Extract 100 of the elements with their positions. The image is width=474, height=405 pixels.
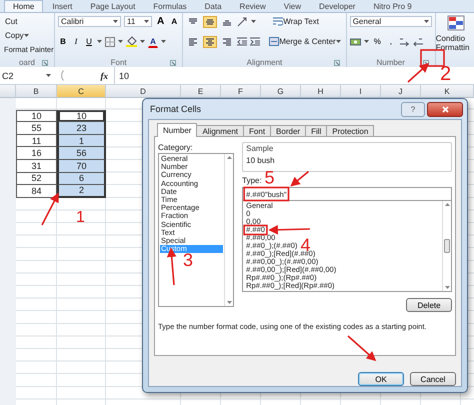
dialog-title: Format Cells <box>150 104 202 114</box>
column-header[interactable]: I <box>341 85 381 98</box>
group-label: Font <box>110 58 127 66</box>
column-header[interactable]: D <box>106 85 181 98</box>
currency-icon[interactable] <box>350 36 361 46</box>
merge-cells-icon <box>269 37 280 46</box>
align-lines-icon <box>205 16 216 26</box>
scroll-down-icon[interactable] <box>444 286 450 289</box>
column-header[interactable]: E <box>181 85 221 98</box>
increase-indent-icon[interactable] <box>250 37 260 46</box>
column-header[interactable]: K <box>421 85 474 98</box>
column-header[interactable]: G <box>261 85 301 98</box>
bold-button[interactable]: B <box>58 36 68 48</box>
text-orientation-icon[interactable] <box>237 16 248 26</box>
table-cell: 70 <box>57 160 106 173</box>
dialog-launcher-icon[interactable] <box>334 60 340 66</box>
scroll-up-icon[interactable] <box>444 203 450 206</box>
dialog-launcher-icon[interactable] <box>42 60 48 66</box>
borders-icon[interactable] <box>105 36 115 46</box>
step-number: 1 <box>76 209 85 226</box>
cancel-button[interactable]: Cancel <box>410 372 456 386</box>
number-format-field[interactable]: General <box>350 16 432 27</box>
dialog-tab[interactable]: Number <box>157 123 198 137</box>
merge-center-button[interactable]: Merge & Center <box>267 36 343 48</box>
conditional-formatting-icon[interactable] <box>446 15 465 31</box>
annotation-arrow <box>347 335 376 362</box>
wrap-text-button[interactable]: Wrap Text <box>271 16 321 28</box>
annotation-arrow <box>41 192 59 226</box>
dialog-tab[interactable]: Fill <box>305 125 328 136</box>
caret-icon <box>46 74 51 77</box>
italic-button[interactable]: I <box>71 36 81 48</box>
dialog-tab[interactable]: Protection <box>326 125 374 136</box>
grow-font-button[interactable]: A <box>155 16 166 28</box>
align-lines-icon <box>222 36 232 46</box>
group-label: oard <box>18 58 35 66</box>
font-color-button[interactable]: A <box>148 36 158 48</box>
category-label: Category: <box>158 143 194 152</box>
highlight-box <box>420 49 445 67</box>
dialog-launcher-icon[interactable] <box>170 60 176 66</box>
dialog-tab[interactable]: Font <box>243 125 272 136</box>
decrease-decimal-icon[interactable] <box>412 36 424 46</box>
align-center-button[interactable] <box>203 36 218 48</box>
align-lines-icon <box>205 36 216 46</box>
comma-style-button[interactable]: , <box>386 36 396 48</box>
step-number: 5 <box>264 168 275 188</box>
scroll-thumb-icon[interactable] <box>444 239 450 253</box>
caret-icon <box>161 40 166 43</box>
table-cell: 23 <box>57 122 106 135</box>
ribbon-tab[interactable]: Nitro Pro 9 <box>364 0 421 12</box>
caret-icon <box>364 40 369 43</box>
caret-icon <box>424 20 429 23</box>
table-cell: 1 <box>57 134 106 148</box>
underline-button[interactable]: U <box>84 36 94 48</box>
ribbon-tab[interactable]: Formulas <box>144 0 196 12</box>
copy-button[interactable]: Copy <box>3 29 51 41</box>
column-header[interactable]: C <box>57 85 106 98</box>
dialog-tab[interactable]: Border <box>270 125 306 136</box>
decrease-indent-icon[interactable] <box>237 37 248 46</box>
ribbon-tab[interactable]: Home <box>4 0 44 12</box>
dialog-tab[interactable]: Alignment <box>196 125 244 136</box>
cut-button[interactable]: Cut <box>3 15 51 27</box>
column-header[interactable]: H <box>301 85 341 98</box>
group-label: Number <box>376 58 405 66</box>
close-button[interactable] <box>427 102 463 116</box>
highlight-box <box>243 186 290 202</box>
ribbon-tab[interactable]: Data <box>196 0 231 12</box>
percent-button[interactable]: % <box>372 36 383 48</box>
table-cell: 6 <box>57 172 106 186</box>
sample-label: Sample <box>246 144 274 153</box>
column-header[interactable]: J <box>381 85 421 98</box>
caret-icon <box>24 34 29 36</box>
scroll-up-icon[interactable] <box>226 156 232 159</box>
group-label: Alignment <box>246 58 282 66</box>
shrink-font-button[interactable]: A <box>169 16 180 28</box>
caret-icon <box>118 40 123 43</box>
scroll-down-icon[interactable] <box>226 301 232 304</box>
table-cell: 11 <box>16 134 57 148</box>
font-name-field[interactable]: Calibri <box>58 16 121 27</box>
insert-function-button[interactable]: fx <box>64 70 114 80</box>
fill-color-icon[interactable] <box>126 36 137 47</box>
caret-icon <box>97 40 102 43</box>
dialog-launcher-icon[interactable] <box>422 60 429 66</box>
table-cell: 10 <box>57 110 106 122</box>
column-header[interactable]: B <box>16 85 57 98</box>
column-header[interactable]: F <box>221 85 261 98</box>
help-button[interactable]: ? <box>401 102 425 116</box>
increase-decimal-icon[interactable] <box>398 36 410 46</box>
caret-icon <box>144 20 149 23</box>
font-size-field[interactable]: 11 <box>124 16 152 27</box>
wrap-text-icon <box>273 17 284 26</box>
ribbon-tab[interactable]: View <box>274 0 310 12</box>
conditional-formatting-button[interactable]: Conditio Formattin <box>436 34 474 52</box>
name-box[interactable]: C2 <box>0 70 55 80</box>
ribbon-tab[interactable]: Review <box>230 0 275 12</box>
ok-button[interactable]: OK <box>358 372 404 386</box>
ribbon-tab[interactable]: Developer <box>310 0 364 12</box>
align-middle-button[interactable] <box>203 16 218 28</box>
ribbon-tab[interactable]: Page Layout <box>81 0 144 12</box>
ribbon-tab[interactable]: Insert <box>43 0 82 12</box>
delete-button[interactable]: Delete <box>406 298 452 312</box>
